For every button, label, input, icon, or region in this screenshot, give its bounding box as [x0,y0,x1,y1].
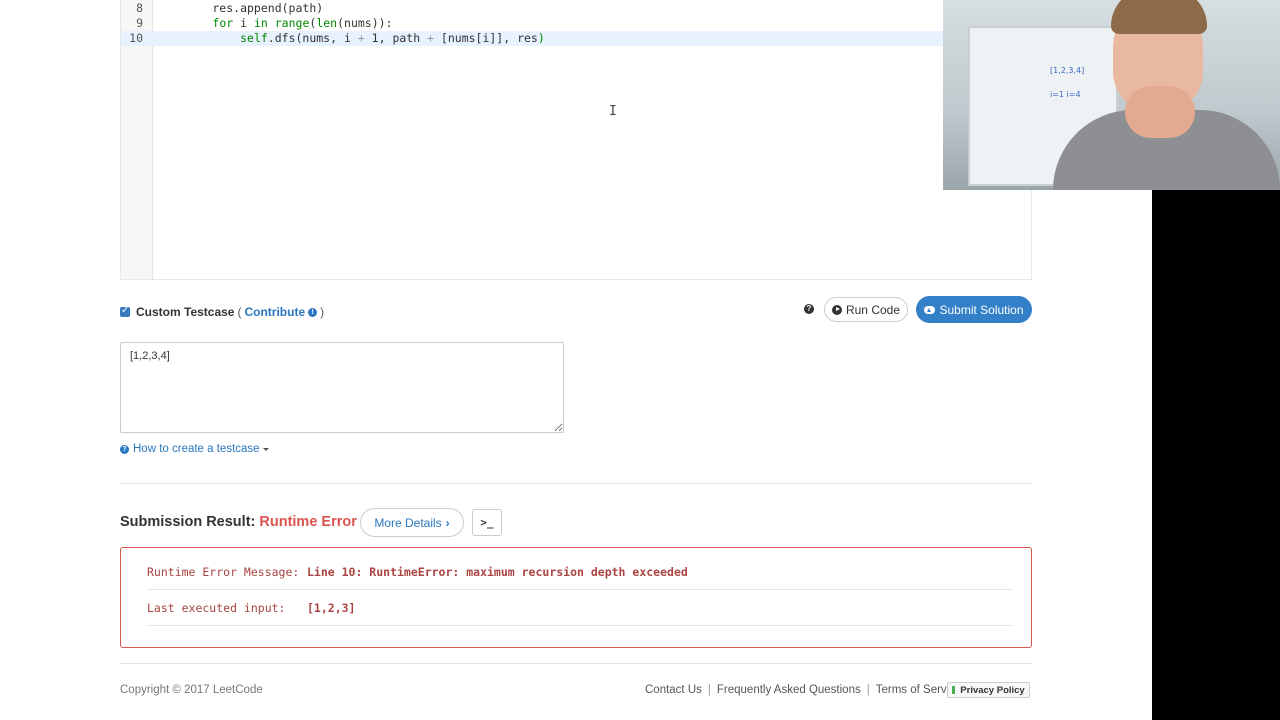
code-editor[interactable]: def dfs(self, nums, index, path, res):8 … [120,0,1032,280]
footer-links: Contact Us | Frequently Asked Questions … [645,684,962,696]
more-details-button[interactable]: More Details › [360,508,464,537]
help-icon[interactable]: ? [804,304,814,314]
line-number: 9 [136,16,143,30]
privacy-icon [952,686,956,694]
custom-testcase-row: Custom Testcase ( Contribute ! ) [120,304,327,320]
chevron-right-icon: › [445,515,450,530]
text-cursor-icon: I [609,104,617,119]
code-line[interactable]: 8 res.append(path) [121,1,1031,16]
cloud-upload-icon [924,305,936,314]
privacy-policy-button[interactable]: Privacy Policy [947,682,1030,698]
faq-link[interactable]: Frequently Asked Questions [717,684,861,696]
last-input-row: Last executed input: [1,2,3] [147,590,1013,626]
footer-divider [120,663,1032,664]
code-text: for i in range(len(nums)): [212,16,393,30]
info-icon[interactable]: ! [308,307,318,317]
run-code-button[interactable]: Run Code [824,297,908,322]
submission-status: Runtime Error [259,514,357,530]
black-bar [1152,190,1280,720]
code-line[interactable]: 10 self.dfs(nums, i + 1, path + [nums[i]… [121,31,1031,46]
console-button[interactable]: >_ [472,509,502,536]
line-number: 8 [136,1,143,15]
caret-down-icon [262,447,269,451]
code-line[interactable]: 9 for i in range(len(nums)): [121,16,1031,31]
line-number: 10 [129,31,143,45]
contact-us-link[interactable]: Contact Us [645,684,702,696]
code-text: self.dfs(nums, i + 1, path + [nums[i]], … [240,31,545,45]
submit-solution-button[interactable]: Submit Solution [916,296,1032,323]
webcam-overlay: [1,2,3,4] i=1 i=4 [943,0,1280,190]
error-message-row: Runtime Error Message: Line 10: RuntimeE… [147,554,1013,590]
play-icon [831,304,842,315]
question-icon: ? [120,444,129,454]
error-panel: Runtime Error Message: Line 10: RuntimeE… [120,547,1032,648]
contribute-link[interactable]: Contribute [244,305,305,319]
divider [120,483,1032,484]
copyright-text: Copyright © 2017 LeetCode [120,684,263,696]
how-to-create-testcase-link[interactable]: ? How to create a testcase [120,443,269,455]
custom-testcase-label[interactable]: Custom Testcase [136,305,234,319]
code-text: res.append(path) [157,1,324,15]
submission-result-title: Submission Result: Runtime Error [120,514,357,530]
custom-testcase-checkbox[interactable] [120,305,130,317]
testcase-input[interactable] [120,342,564,433]
